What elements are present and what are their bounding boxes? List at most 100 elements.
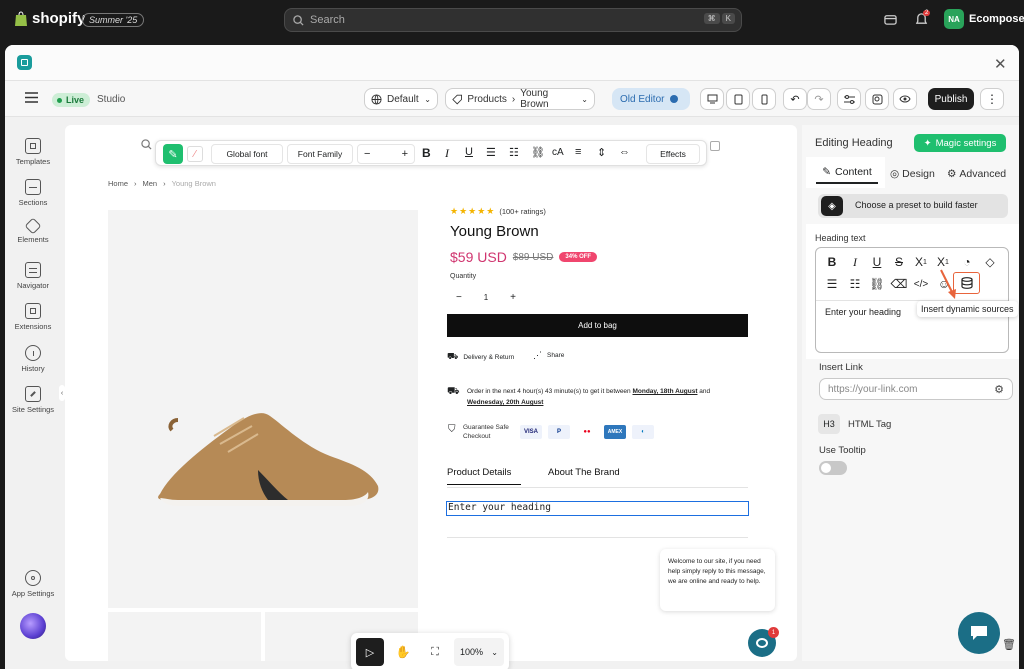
undo-button[interactable]: ↶ xyxy=(783,88,807,110)
add-to-bag-button[interactable]: Add to bag xyxy=(447,314,748,337)
breadcrumb-home[interactable]: Home xyxy=(108,179,128,188)
share-link[interactable]: ⋰ Share xyxy=(533,350,564,361)
effects-button[interactable]: Effects xyxy=(646,144,700,164)
support-chat-icon[interactable] xyxy=(958,612,1000,654)
gear-icon: ⚙ xyxy=(947,168,957,180)
publish-button[interactable]: Publish xyxy=(928,88,974,110)
sidebar-item-sections[interactable]: Sections xyxy=(5,179,61,207)
no-color-icon[interactable]: ⁄ xyxy=(187,146,203,162)
link-icon[interactable]: ⛓ xyxy=(531,146,545,159)
letter-spacing-icon[interactable]: ⇔ xyxy=(619,146,630,158)
bullet-list-icon[interactable]: ☷ xyxy=(848,277,862,291)
language-select[interactable]: Default ⌄ xyxy=(364,88,438,110)
use-tooltip-toggle[interactable] xyxy=(819,461,847,475)
inspect-button[interactable] xyxy=(865,88,889,110)
ordered-list-icon[interactable]: ☰ xyxy=(486,146,496,159)
sidebar-item-app-settings[interactable]: App Settings xyxy=(5,570,61,598)
bold-icon[interactable]: B xyxy=(422,146,431,160)
superscript-icon[interactable]: X1 xyxy=(936,255,950,269)
store-icon[interactable] xyxy=(884,13,897,26)
sneaker-image xyxy=(158,413,379,506)
fit-screen-icon[interactable]: ⛶ xyxy=(422,638,448,666)
link-icon[interactable]: ⛓ xyxy=(869,277,884,291)
hamburger-menu-icon[interactable] xyxy=(25,92,38,103)
preview-button[interactable] xyxy=(893,88,917,110)
magic-pen-icon[interactable]: ✎ xyxy=(163,144,183,164)
delivery-return-link[interactable]: ⛟ Delivery & Return xyxy=(447,351,514,363)
redo-button[interactable]: ↷ xyxy=(807,88,831,110)
global-font-select[interactable]: Global font xyxy=(211,144,283,164)
sidebar-item-templates[interactable]: Templates xyxy=(5,138,61,166)
sidebar-item-elements[interactable]: Elements xyxy=(5,217,61,244)
close-icon[interactable]: ✕ xyxy=(994,55,1007,73)
tab-advanced[interactable]: ⚙ Advanced xyxy=(947,168,1006,180)
tab-about-brand[interactable]: About The Brand xyxy=(548,467,620,478)
italic-icon[interactable]: I xyxy=(848,255,862,269)
heading-level-badge[interactable]: H3 xyxy=(818,414,840,434)
tab-design[interactable]: ◎ Design xyxy=(890,168,935,180)
product-main-image[interactable] xyxy=(108,210,418,608)
sidebar-item-extensions[interactable]: Extensions xyxy=(5,303,61,331)
account-menu[interactable]: NA Ecomposer xyxy=(944,9,1024,29)
breadcrumb-men[interactable]: Men xyxy=(143,179,158,188)
hand-pan-icon[interactable]: ✋ xyxy=(390,638,416,666)
trash-icon[interactable]: 🗑 xyxy=(1002,638,1016,651)
qty-increase[interactable]: + xyxy=(510,292,516,303)
fill-color-icon[interactable]: ◇ xyxy=(983,255,997,269)
more-options-button[interactable]: ⋮ xyxy=(980,88,1004,110)
tag-icon xyxy=(452,94,462,104)
quantity-stepper[interactable]: − 1 + xyxy=(450,287,522,307)
code-icon[interactable]: </> xyxy=(914,277,928,291)
product-thumbnail[interactable] xyxy=(108,612,261,661)
price-row: $59 USD $89 USD 34% OFF xyxy=(450,249,598,265)
mobile-icon xyxy=(761,94,767,104)
underline-icon[interactable]: U xyxy=(465,146,473,158)
underline-icon[interactable]: U xyxy=(870,255,884,269)
preset-button[interactable]: ◈ Choose a preset to build faster xyxy=(818,194,1008,218)
chevron-down-icon: ⌄ xyxy=(491,647,498,657)
subscript-icon[interactable]: X1 xyxy=(914,255,928,269)
gear-icon[interactable]: ⚙ xyxy=(994,383,1004,396)
toggle-dot-icon xyxy=(670,95,679,103)
tablet-view-button[interactable] xyxy=(726,88,750,110)
align-icon[interactable]: ≡ xyxy=(575,146,581,158)
settings-sliders-button[interactable] xyxy=(837,88,861,110)
heading-element[interactable]: Enter your heading xyxy=(446,501,749,516)
strikethrough-icon[interactable]: S xyxy=(892,255,906,269)
app-window: ✕ Live Studio Default ⌄ Products › Young… xyxy=(5,45,1019,669)
zoom-select[interactable]: 100% ⌄ xyxy=(454,638,504,666)
mobile-view-button[interactable] xyxy=(752,88,776,110)
italic-icon[interactable]: I xyxy=(445,146,449,161)
tab-product-details[interactable]: Product Details xyxy=(447,467,521,485)
page-canvas: ✎ ⁄ Global font Font Family − + B I U ☰ ☷… xyxy=(65,125,797,669)
page-selector[interactable]: Products › Young Brown ⌄ xyxy=(445,88,595,110)
line-height-icon[interactable]: ⇕ xyxy=(597,146,606,159)
font-size-decrease[interactable]: − xyxy=(364,148,370,160)
sidebar-item-history[interactable]: History xyxy=(5,345,61,373)
select-cursor-icon[interactable]: ▷ xyxy=(356,638,384,666)
eraser-icon[interactable]: ⌫ xyxy=(891,277,908,291)
editor-textarea[interactable]: Enter your heading xyxy=(825,307,901,317)
sidebar-item-site-settings[interactable]: Site Settings xyxy=(5,386,61,414)
font-family-select[interactable]: Font Family xyxy=(287,144,353,164)
shopify-logo[interactable]: shopify xyxy=(14,10,85,27)
font-size-increase[interactable]: + xyxy=(402,148,408,160)
search-input[interactable]: Search ⌘ K xyxy=(284,8,742,32)
qty-value[interactable]: 1 xyxy=(484,293,488,302)
text-case-icon[interactable]: cA xyxy=(552,147,564,158)
settings-panel: Editing Heading ✦ Magic settings ✎ Content… xyxy=(802,125,1019,661)
tab-content[interactable]: ✎ Content xyxy=(816,162,878,184)
sidebar-item-navigator[interactable]: Navigator xyxy=(5,262,61,290)
link-input[interactable]: https://your-link.com ⚙ xyxy=(819,378,1013,400)
magic-settings-button[interactable]: ✦ Magic settings xyxy=(914,134,1006,152)
ordered-list-icon[interactable]: ☰ xyxy=(825,277,839,291)
search-icon[interactable] xyxy=(141,139,152,150)
qty-decrease[interactable]: − xyxy=(456,292,462,303)
desktop-view-button[interactable] xyxy=(700,88,724,110)
bold-icon[interactable]: B xyxy=(825,255,839,269)
old-editor-toggle[interactable]: Old Editor xyxy=(612,88,690,110)
palette-icon[interactable]: ◔ xyxy=(960,255,974,269)
ai-assistant-orb-icon[interactable] xyxy=(20,613,46,639)
font-size-stepper[interactable]: − + xyxy=(357,144,415,164)
bullet-list-icon[interactable]: ☷ xyxy=(509,146,519,159)
